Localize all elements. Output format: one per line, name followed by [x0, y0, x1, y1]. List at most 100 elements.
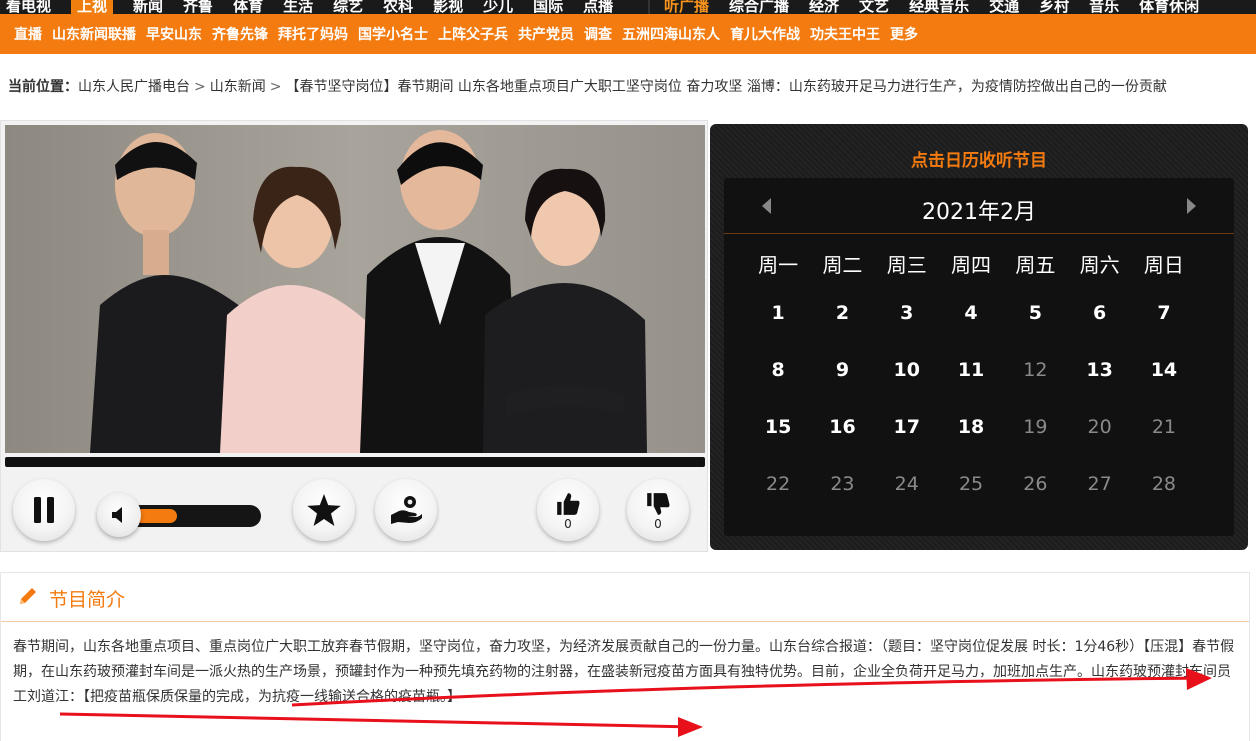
dislike-count: 0: [654, 517, 662, 531]
calendar-week-row: 1234567: [746, 284, 1222, 341]
calendar-title: 点击日历收听节目: [911, 151, 1047, 171]
calendar-day-available[interactable]: 7: [1132, 302, 1196, 324]
program-nav-item[interactable]: 山东新闻联播: [52, 24, 136, 44]
program-nav-item[interactable]: 调查: [584, 24, 612, 44]
calendar-day-unavailable: 24: [894, 472, 919, 495]
donate-button[interactable]: [375, 479, 437, 541]
top-nav-item[interactable]: 看电视: [6, 0, 51, 14]
breadcrumb-home-link[interactable]: 山东人民广播电台: [78, 79, 190, 95]
star-icon: [307, 494, 341, 526]
calendar-day-available[interactable]: 8: [746, 359, 810, 381]
playback-progress-bar[interactable]: [5, 457, 705, 467]
thumbs-up-icon: [557, 492, 580, 515]
program-nav: 直播 山东新闻联播 早安山东 齐鲁先锋 拜托了妈妈 国学小名士 上阵父子兵 共产党员 调查 五洲四…: [0, 14, 1256, 54]
calendar-day-available[interactable]: 5: [1003, 302, 1067, 324]
calendar-weekday: 周一: [758, 252, 799, 277]
top-nav-radio-group: 听广播 综合广播 经济 文艺 经典音乐 交通 乡村 音乐 体育休闲: [664, 0, 1199, 14]
top-nav-item[interactable]: 生活: [283, 0, 313, 14]
program-nav-item[interactable]: 上阵父子兵: [438, 24, 508, 44]
program-nav-item[interactable]: 更多: [890, 24, 918, 44]
top-nav-item[interactable]: 齐鲁: [183, 0, 213, 14]
dislike-button[interactable]: 0: [627, 479, 689, 541]
top-nav-radio-item[interactable]: 听广播: [664, 0, 709, 14]
calendar-grid: 周一 周二 周三 周四 周五 周六 周日 1 2 3 4 5 6 7 8 9 10 11 12 13 14 15 16 17 1…: [746, 242, 1222, 512]
program-nav-item[interactable]: 直播: [14, 24, 42, 44]
intro-text: 春节期间，山东各地重点项目、重点岗位广大职工放弃春节假期，坚守岗位，奋力攻坚，为…: [13, 639, 1235, 705]
breadcrumb-label: 当前位置：: [8, 79, 78, 95]
volume-level-fill: [135, 509, 177, 523]
top-nav-item[interactable]: 上视: [71, 0, 114, 14]
calendar-day-available[interactable]: 15: [746, 416, 810, 438]
calendar-day-unavailable: 20: [1087, 415, 1112, 438]
like-button[interactable]: 0: [537, 479, 599, 541]
calendar-day-unavailable: 28: [1151, 472, 1177, 495]
calendar-weekday: 周五: [1015, 252, 1056, 277]
program-nav-item[interactable]: 育儿大作战: [730, 24, 800, 44]
calendar-day-available[interactable]: 11: [939, 359, 1003, 381]
program-nav-item[interactable]: 拜托了妈妈: [278, 24, 348, 44]
audio-player: 0 0: [0, 120, 708, 552]
program-nav-item[interactable]: 国学小名士: [358, 24, 428, 44]
top-nav-item[interactable]: 综艺: [333, 0, 363, 14]
top-nav-radio-item[interactable]: 经典音乐: [909, 0, 969, 14]
pencil-icon: [20, 588, 36, 604]
calendar-day-unavailable: 19: [1023, 415, 1048, 438]
program-nav-item[interactable]: 早安山东: [146, 24, 202, 44]
program-nav-item[interactable]: 齐鲁先锋: [212, 24, 268, 44]
calendar-day-available[interactable]: 2: [810, 302, 874, 324]
calendar-month: 2021年2月: [922, 200, 1036, 225]
calendar-day-available[interactable]: 13: [1067, 359, 1131, 381]
calendar-day-available[interactable]: 17: [875, 416, 939, 438]
breadcrumb-separator: >: [269, 79, 282, 95]
program-nav-item[interactable]: 五洲四海山东人: [622, 24, 720, 44]
top-nav-radio-item[interactable]: 乡村: [1039, 0, 1069, 14]
program-nav-list: 直播 山东新闻联播 早安山东 齐鲁先锋 拜托了妈妈 国学小名士 上阵父子兵 共产党员 调查 五洲四…: [0, 14, 1256, 54]
breadcrumb-news-link[interactable]: 山东新闻: [210, 79, 266, 95]
calendar-day-unavailable: 12: [1023, 358, 1048, 381]
calendar-header: 2021年2月: [724, 178, 1234, 234]
thumbs-down-icon: [647, 492, 670, 515]
volume-mute-button[interactable]: [97, 493, 141, 537]
calendar-weekday: 周日: [1143, 252, 1184, 277]
calendar-day-unavailable: 25: [958, 472, 984, 495]
top-nav-item[interactable]: 新闻: [133, 0, 163, 14]
top-nav-item[interactable]: 少儿: [483, 0, 513, 14]
top-nav-item[interactable]: 国际: [533, 0, 563, 14]
calendar-day-available[interactable]: 1: [746, 302, 810, 324]
intro-header: 节目简介: [1, 573, 1249, 622]
calendar-day-available[interactable]: 3: [875, 302, 939, 324]
top-nav-item[interactable]: 影视: [433, 0, 463, 14]
breadcrumb-current-title: 【春节坚守岗位】春节期间 山东各地重点项目广大职工坚守岗位 奋力攻坚 淄博：山东…: [285, 79, 1167, 95]
breadcrumb-separator: >: [194, 79, 206, 95]
calendar-day-unavailable: 22: [766, 472, 791, 495]
program-intro: 节目简介 春节期间，山东各地重点项目、重点岗位广大职工放弃春节假期，坚守岗位，奋…: [0, 572, 1250, 741]
top-nav-radio-item[interactable]: 音乐: [1089, 0, 1119, 14]
program-nav-item[interactable]: 功夫王中王: [810, 24, 880, 44]
top-nav-divider: [648, 0, 650, 14]
top-nav-item[interactable]: 点播: [583, 0, 613, 14]
pause-button[interactable]: [13, 479, 75, 541]
calendar-weekday: 周三: [886, 252, 927, 277]
calendar-day-available[interactable]: 4: [939, 302, 1003, 324]
calendar-day-available[interactable]: 10: [875, 359, 939, 381]
next-month-arrow-icon[interactable]: [1187, 198, 1196, 214]
calendar-day-available[interactable]: 16: [810, 416, 874, 438]
top-nav-item[interactable]: 体育: [233, 0, 263, 14]
top-nav-tv-group: 看电视 上视 新闻 齐鲁 体育 生活 综艺 农科 影视 少儿 国际 点播: [6, 0, 613, 14]
like-count: 0: [564, 517, 572, 531]
calendar-day-available[interactable]: 14: [1132, 359, 1196, 381]
top-nav-radio-item[interactable]: 综合广播: [729, 0, 789, 14]
top-nav-radio-item[interactable]: 经济: [809, 0, 839, 14]
favorite-button[interactable]: [293, 479, 355, 541]
top-nav-item[interactable]: 农科: [383, 0, 413, 14]
calendar-week-row: 8 9 10 11 12 13 14: [746, 341, 1222, 398]
calendar-day-available[interactable]: 18: [939, 416, 1003, 438]
intro-title: 节目简介: [49, 589, 126, 611]
program-hosts-photo: [5, 125, 705, 453]
top-nav-radio-item[interactable]: 交通: [989, 0, 1019, 14]
top-nav-radio-item[interactable]: 文艺: [859, 0, 889, 14]
calendar-day-available[interactable]: 9: [810, 359, 874, 381]
calendar-day-available[interactable]: 6: [1067, 302, 1131, 324]
program-nav-item[interactable]: 共产党员: [518, 24, 574, 44]
top-nav-radio-item[interactable]: 体育休闲: [1139, 0, 1199, 14]
